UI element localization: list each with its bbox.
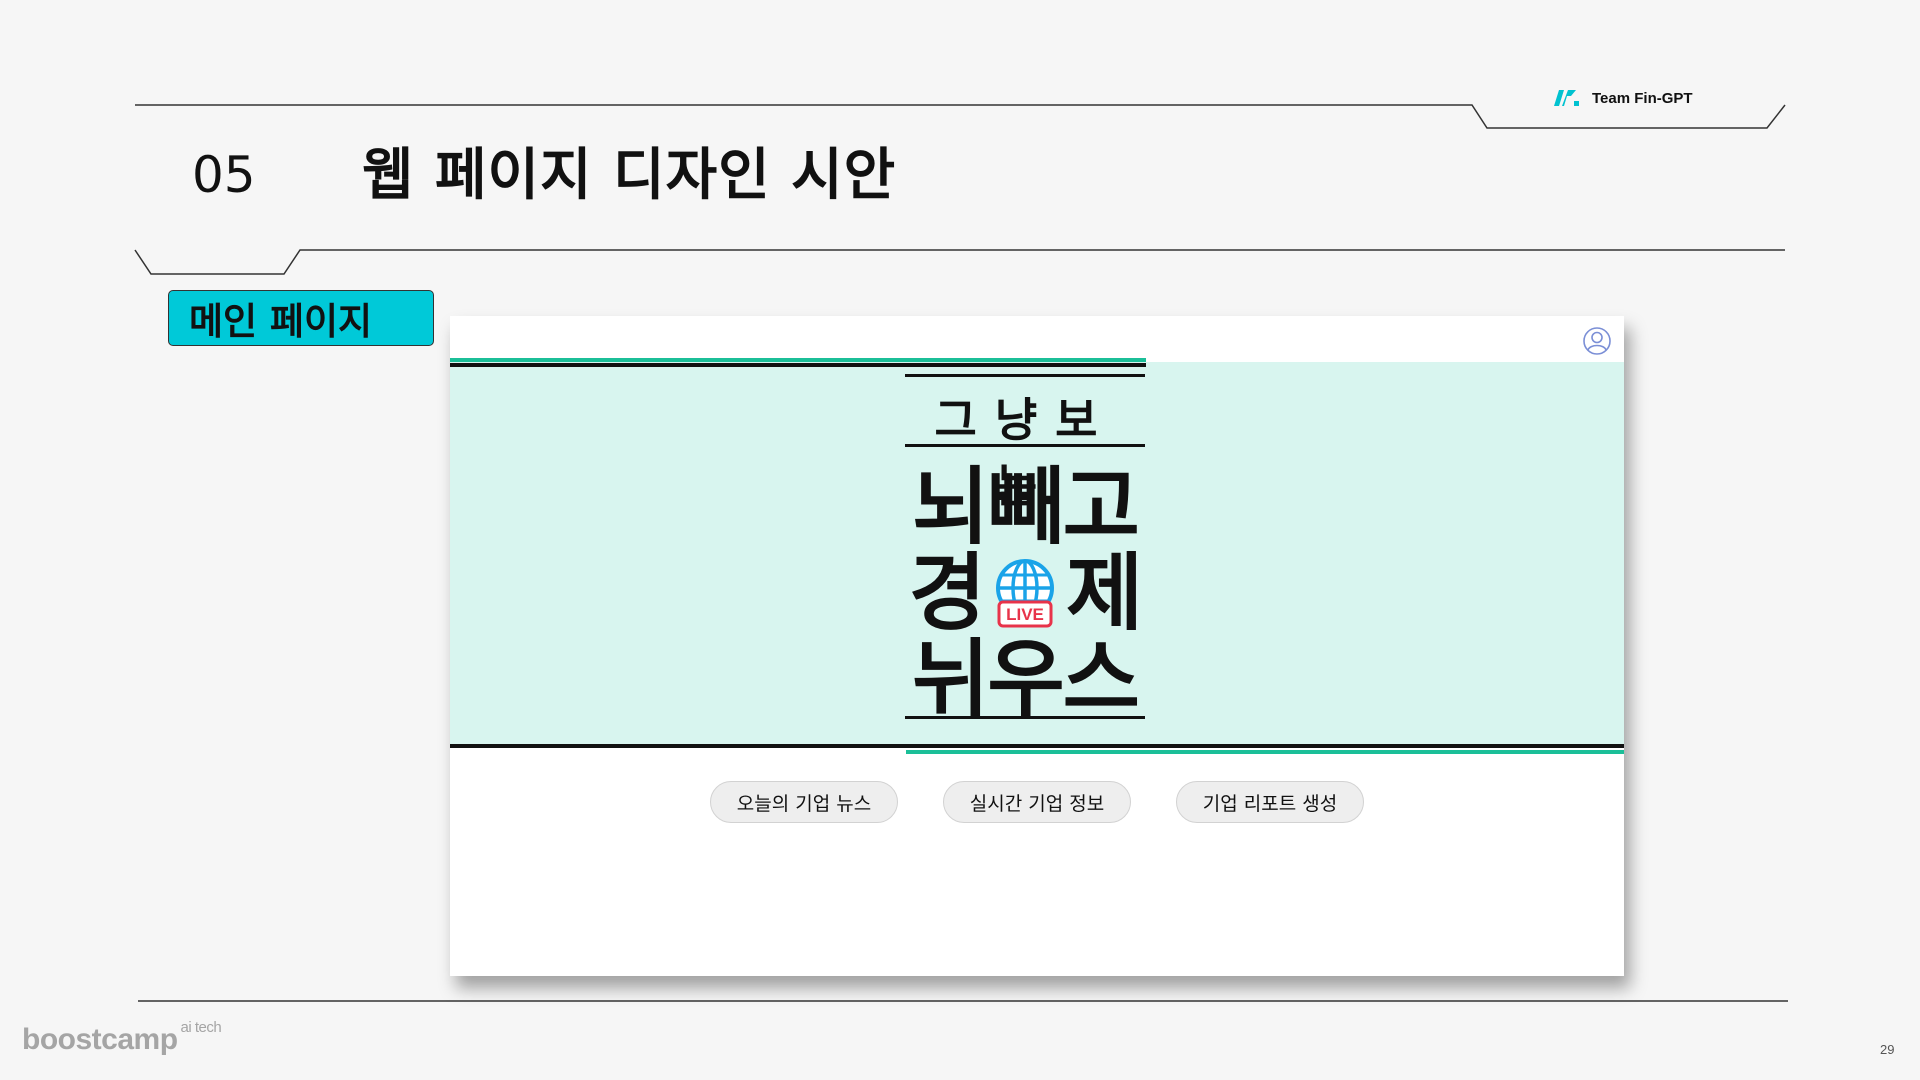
logo-title-line3: 뉘우스 xyxy=(912,630,1140,728)
live-badge-text: LIVE xyxy=(1006,605,1044,624)
today-news-button[interactable]: 오늘의 기업 뉴스 xyxy=(710,781,898,823)
hero-top-accent-line xyxy=(450,358,1146,362)
section-title: 웹 페이지 디자인 시안 xyxy=(362,143,897,208)
team-label: Team Fin-GPT xyxy=(1592,89,1693,107)
brand-name: boostcamp xyxy=(22,1023,178,1056)
hero-bottom-border-line xyxy=(450,744,1624,748)
footer-brand: boostcamp ai tech xyxy=(22,1019,222,1057)
main-page-tag-label: 메인 페이지 xyxy=(189,300,373,343)
team-badge: Team Fin-GPT xyxy=(1552,88,1693,108)
today-news-button-label: 오늘의 기업 뉴스 xyxy=(736,792,872,815)
hero-top-border-line xyxy=(450,363,1146,367)
live-globe-icon: LIVE xyxy=(996,559,1054,628)
website-mockup: 그냥보는 뇌빼고 경제 뉘우스 LIVE 오늘의 기업 뉴스 실시간 기업 정보… xyxy=(450,316,1624,976)
team-logo-icon xyxy=(1554,90,1579,106)
report-generate-button-label: 기업 리포트 생성 xyxy=(1202,792,1338,815)
brand-superscript: ai tech xyxy=(180,1019,222,1036)
main-page-tag: 메인 페이지 xyxy=(168,290,434,346)
logo-title-line2-left: 경 xyxy=(908,544,986,642)
user-profile-icon[interactable] xyxy=(1582,326,1612,356)
realtime-info-button[interactable]: 실시간 기업 정보 xyxy=(943,781,1131,823)
hero-bottom-accent-line xyxy=(906,750,1624,754)
realtime-info-button-label: 실시간 기업 정보 xyxy=(969,792,1105,815)
page-number: 29 xyxy=(1880,1042,1895,1057)
report-generate-button[interactable]: 기업 리포트 생성 xyxy=(1176,781,1364,823)
site-logo: 그냥보는 뇌빼고 경제 뉘우스 LIVE xyxy=(905,374,1145,728)
logo-title-line2-right: 제 xyxy=(1066,544,1143,642)
logo-title-line1: 뇌빼고 xyxy=(912,458,1140,556)
section-number: 05 xyxy=(192,146,256,204)
